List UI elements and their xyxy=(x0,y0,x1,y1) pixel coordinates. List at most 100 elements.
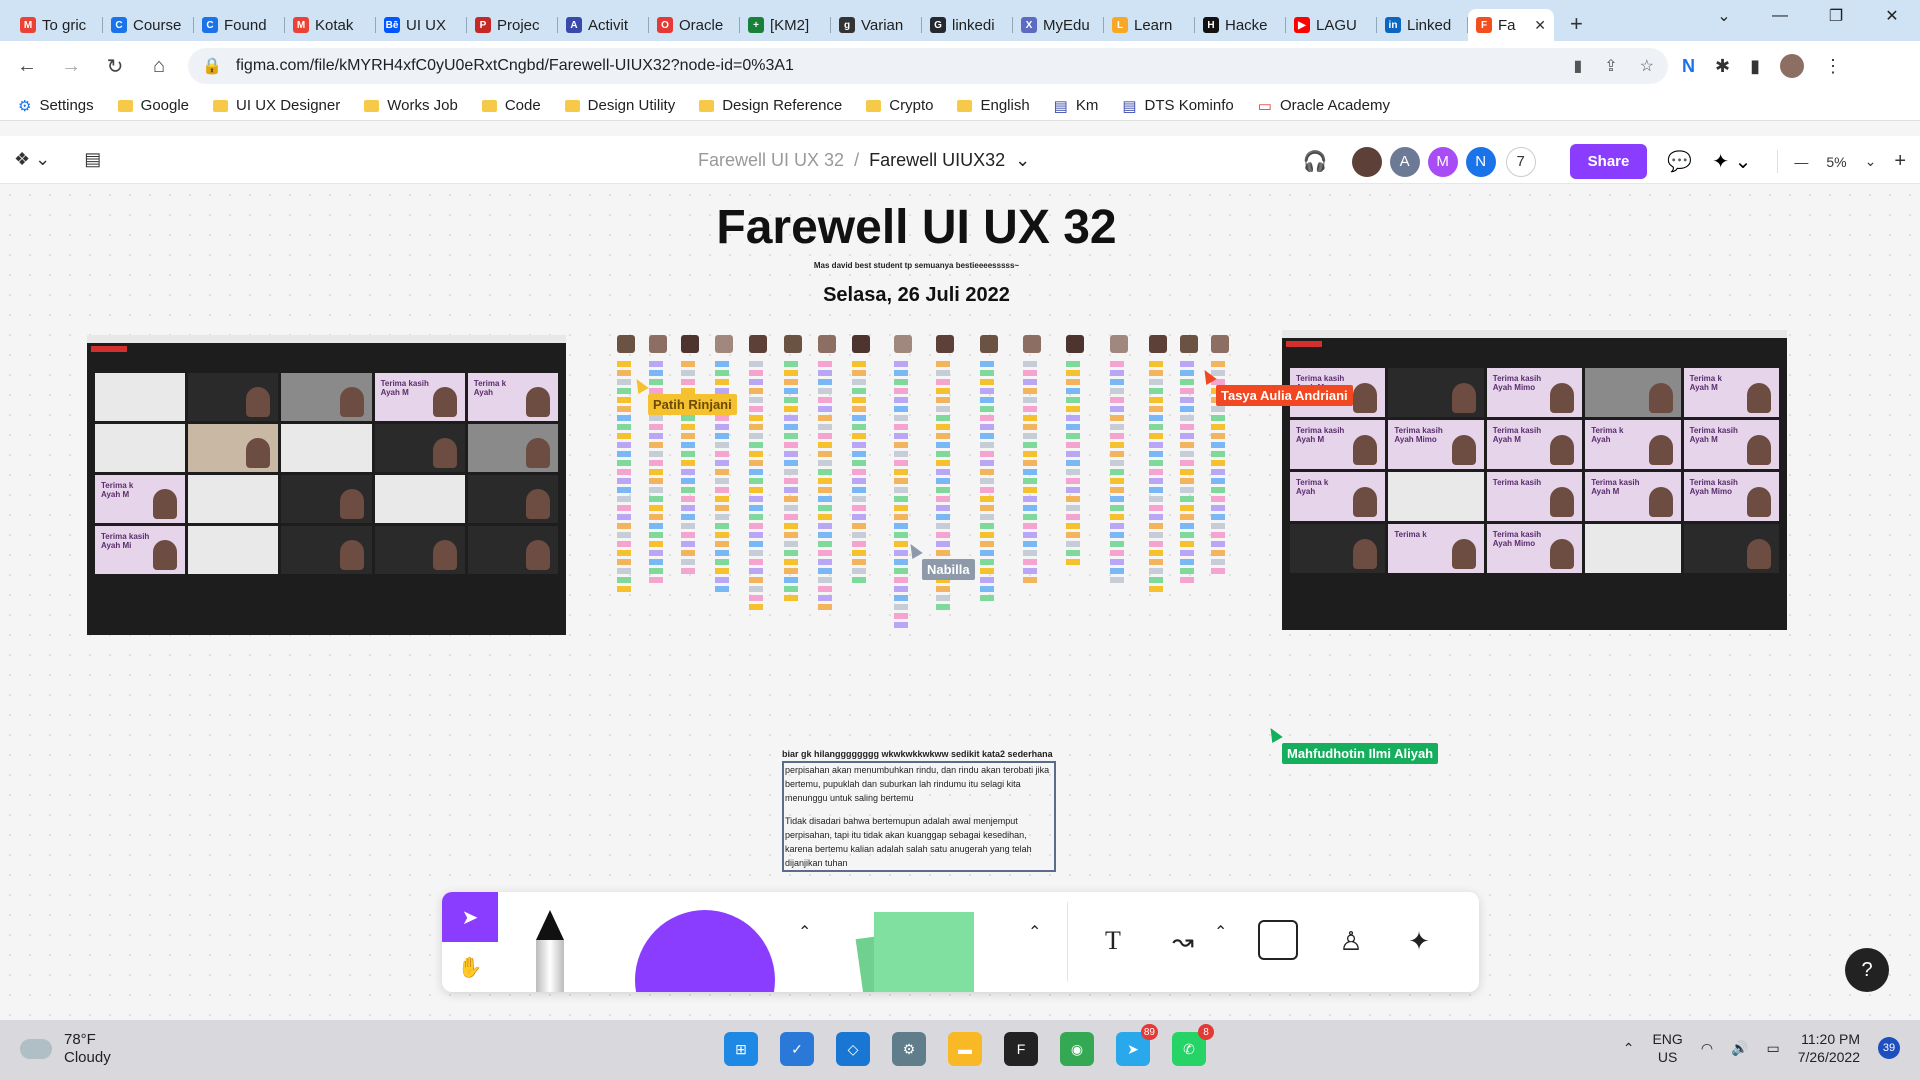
marker-tool-button[interactable] xyxy=(536,940,564,992)
sticky-note[interactable] xyxy=(1110,568,1124,574)
sticky-note[interactable] xyxy=(1149,370,1163,376)
sticky-note[interactable] xyxy=(1110,523,1124,529)
sticky-note[interactable] xyxy=(681,451,695,457)
sticky-note[interactable] xyxy=(1149,586,1163,592)
sticky-note[interactable] xyxy=(894,406,908,412)
sticky-note[interactable] xyxy=(980,559,994,565)
sticky-note[interactable] xyxy=(715,559,729,565)
sticky-note[interactable] xyxy=(818,577,832,583)
sticky-note[interactable] xyxy=(1110,442,1124,448)
sticky-note[interactable] xyxy=(1066,514,1080,520)
sticky-note[interactable] xyxy=(617,397,631,403)
sticky-note[interactable] xyxy=(617,424,631,430)
sticky-note[interactable] xyxy=(617,478,631,484)
sticky-note[interactable] xyxy=(715,505,729,511)
sticky-note[interactable] xyxy=(749,469,763,475)
sticky-note[interactable] xyxy=(1211,568,1225,574)
sticky-note[interactable] xyxy=(852,460,866,466)
sticky-note[interactable] xyxy=(649,478,663,484)
sticky-note[interactable] xyxy=(894,361,908,367)
sticky-note[interactable] xyxy=(784,586,798,592)
sticky-note[interactable] xyxy=(852,415,866,421)
browser-tab[interactable]: ▶ LAGU xyxy=(1286,9,1377,41)
sticky-note[interactable] xyxy=(852,379,866,385)
select-tool-button[interactable]: ➤ xyxy=(442,892,498,942)
project-name[interactable]: Farewell UI UX 32 xyxy=(698,150,844,171)
sticky-note[interactable] xyxy=(852,406,866,412)
sticky-note[interactable] xyxy=(749,361,763,367)
sticky-note[interactable] xyxy=(784,406,798,412)
bookmark-item[interactable]: UI UX Designer xyxy=(213,97,340,114)
sticky-note[interactable] xyxy=(681,487,695,493)
sticky-note[interactable] xyxy=(818,388,832,394)
sticky-note[interactable] xyxy=(749,370,763,376)
sticky-note[interactable] xyxy=(1023,451,1037,457)
sticky-note[interactable] xyxy=(894,433,908,439)
sticky-note[interactable] xyxy=(749,460,763,466)
sticky-note[interactable] xyxy=(681,532,695,538)
profile-avatar[interactable] xyxy=(1780,54,1804,78)
sticky-note[interactable] xyxy=(936,451,950,457)
sticky-note[interactable] xyxy=(894,532,908,538)
settings-app-icon[interactable]: ⚙ xyxy=(892,1032,926,1066)
sticky-note[interactable] xyxy=(749,532,763,538)
sticky-note[interactable] xyxy=(715,532,729,538)
sticky-note[interactable] xyxy=(1149,550,1163,556)
notification-badge[interactable]: 39 xyxy=(1878,1037,1900,1059)
sticky-note[interactable] xyxy=(1023,559,1037,565)
sticky-note[interactable] xyxy=(1023,415,1037,421)
sticky-note[interactable] xyxy=(852,532,866,538)
sticky-note[interactable] xyxy=(1149,478,1163,484)
sticky-note[interactable] xyxy=(852,433,866,439)
sticky-note[interactable] xyxy=(818,397,832,403)
sticky-note[interactable] xyxy=(1110,451,1124,457)
sticky-note[interactable] xyxy=(818,559,832,565)
zoom-in-button[interactable]: + xyxy=(1894,150,1906,173)
sticky-note[interactable] xyxy=(852,568,866,574)
sticky-note[interactable] xyxy=(749,604,763,610)
sticky-note[interactable] xyxy=(1066,442,1080,448)
url-text[interactable]: figma.com/file/kMYRH4xfC0yU0eRxtCngbd/Fa… xyxy=(236,57,1560,75)
sticky-note[interactable] xyxy=(681,415,695,421)
sticky-note[interactable] xyxy=(936,523,950,529)
sticky-note[interactable] xyxy=(852,550,866,556)
sticky-note[interactable] xyxy=(649,577,663,583)
sticky-note[interactable] xyxy=(1180,505,1194,511)
sticky-note[interactable] xyxy=(852,451,866,457)
sticky-note[interactable] xyxy=(894,379,908,385)
sticky-note[interactable] xyxy=(784,424,798,430)
sticky-note[interactable] xyxy=(1023,496,1037,502)
sticky-note[interactable] xyxy=(894,523,908,529)
sticky-note[interactable] xyxy=(852,514,866,520)
sticky-note[interactable] xyxy=(980,460,994,466)
sticky-note[interactable] xyxy=(1180,451,1194,457)
zoom-out-button[interactable]: — xyxy=(1794,154,1808,170)
sticky-note[interactable] xyxy=(980,568,994,574)
sticky-note[interactable] xyxy=(681,550,695,556)
sticky-note[interactable] xyxy=(784,370,798,376)
sticky-note[interactable] xyxy=(1211,505,1225,511)
sticky-note[interactable] xyxy=(1066,478,1080,484)
sticky-note[interactable] xyxy=(749,406,763,412)
sticky-note[interactable] xyxy=(715,478,729,484)
sticky-note[interactable] xyxy=(617,361,631,367)
browser-tab[interactable]: in Linked xyxy=(1377,9,1468,41)
sticky-note[interactable] xyxy=(1110,406,1124,412)
sticky-note[interactable] xyxy=(818,442,832,448)
sticky-note[interactable] xyxy=(749,586,763,592)
browser-tab[interactable]: P Projec xyxy=(467,9,558,41)
sticky-note[interactable] xyxy=(1149,442,1163,448)
sticky-note[interactable] xyxy=(1180,577,1194,583)
sticky-note[interactable] xyxy=(894,370,908,376)
extension-n-icon[interactable]: N xyxy=(1682,56,1695,77)
sticky-note[interactable] xyxy=(936,370,950,376)
sticky-note[interactable] xyxy=(1180,559,1194,565)
sticky-note[interactable] xyxy=(1180,469,1194,475)
sticky-note[interactable] xyxy=(1180,550,1194,556)
sticky-note[interactable] xyxy=(936,541,950,547)
sticky-note[interactable] xyxy=(617,406,631,412)
sticky-note[interactable] xyxy=(1180,424,1194,430)
sticky-note[interactable] xyxy=(894,514,908,520)
sticky-note[interactable] xyxy=(617,568,631,574)
sticky-note[interactable] xyxy=(1023,379,1037,385)
